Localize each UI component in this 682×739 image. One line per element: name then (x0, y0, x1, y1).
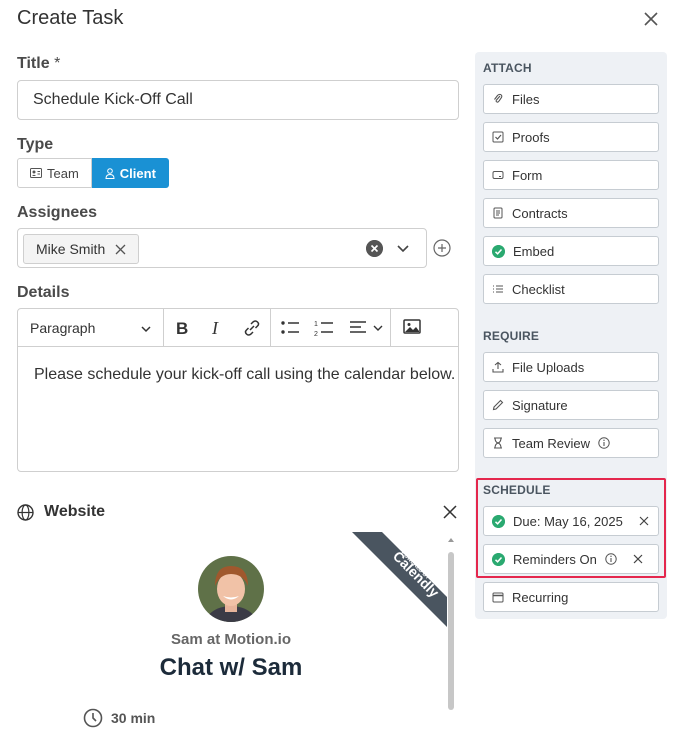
type-team-label: Team (47, 165, 79, 181)
attach-contracts-label: Contracts (512, 205, 568, 221)
bold-icon[interactable]: B (175, 318, 191, 338)
attach-form-label: Form (512, 167, 543, 183)
remove-website-icon[interactable] (442, 504, 458, 520)
dialog-title: Create Task (17, 7, 124, 29)
attach-embed-label: Embed (513, 243, 555, 259)
chevron-down-icon[interactable] (140, 323, 152, 335)
attach-embed-button[interactable]: Embed (483, 236, 659, 266)
require-file-uploads-button[interactable]: File Uploads (483, 352, 659, 382)
attach-contracts-button[interactable]: Contracts (483, 198, 659, 228)
calendar-icon (492, 592, 504, 603)
require-team-review-label: Team Review (512, 435, 591, 451)
remove-assignee-icon[interactable] (115, 244, 126, 255)
details-text[interactable]: Please schedule your kick-off call using… (34, 366, 455, 384)
svg-text:2: 2 (314, 331, 318, 338)
proof-check-icon (492, 131, 504, 143)
title-input[interactable]: Schedule Kick-Off Call (17, 80, 459, 120)
attach-checklist-button[interactable]: Checklist (483, 274, 659, 304)
require-section-title: REQUIRE (483, 329, 540, 343)
italic-icon[interactable]: I (210, 318, 224, 338)
attach-proofs-button[interactable]: Proofs (483, 122, 659, 152)
hourglass-icon (494, 437, 502, 449)
assignee-name: Mike Smith (36, 241, 106, 257)
document-icon (493, 207, 503, 219)
require-team-review-button[interactable]: Team Review (483, 428, 659, 458)
chevron-down-icon[interactable] (373, 323, 383, 333)
clear-icon[interactable] (366, 240, 383, 257)
scroll-up-icon[interactable] (447, 536, 455, 544)
require-signature-button[interactable]: Signature (483, 390, 659, 420)
list-icon (493, 285, 503, 293)
svg-text:B: B (176, 319, 188, 338)
info-icon[interactable] (598, 437, 610, 449)
assignee-chip: Mike Smith (23, 234, 140, 264)
event-duration: 30 min (83, 708, 155, 728)
type-client-label: Client (119, 165, 156, 181)
calendly-embed[interactable]: POWERED BY Calendly Sam at Motion.io Cha… (17, 532, 459, 739)
attach-proofs-label: Proofs (512, 129, 550, 145)
align-icon[interactable] (349, 318, 367, 338)
embed-scrollbar[interactable] (447, 536, 455, 736)
require-file-uploads-label: File Uploads (512, 359, 585, 375)
website-label: Website (44, 503, 106, 520)
numbered-list-icon[interactable]: 12 (314, 318, 334, 338)
schedule-recurring-label: Recurring (512, 589, 569, 605)
bullet-list-icon[interactable] (280, 318, 300, 338)
host-name: Sam at Motion.io (171, 631, 291, 648)
assignees-label: Assignees (17, 204, 98, 221)
image-icon[interactable] (403, 318, 421, 336)
attach-form-button[interactable]: Form (483, 160, 659, 190)
event-title: Chat w/ Sam (159, 654, 303, 681)
link-icon[interactable] (243, 318, 261, 338)
chevron-down-icon[interactable] (396, 241, 410, 255)
check-circle-icon (492, 244, 505, 258)
require-signature-label: Signature (512, 397, 568, 413)
title-label: Title * (17, 55, 61, 72)
calendly-ribbon[interactable]: POWERED BY Calendly (352, 532, 447, 627)
form-icon (492, 171, 504, 179)
clock-icon (83, 708, 103, 728)
attach-files-button[interactable]: Files (483, 84, 659, 114)
pen-icon (492, 399, 504, 411)
schedule-highlight-box (476, 478, 666, 578)
id-card-icon (30, 168, 42, 178)
editor-toolbar: Paragraph B I 12 (18, 309, 458, 347)
website-header: Website (17, 503, 105, 521)
details-label: Details (17, 284, 70, 301)
type-toggle: Team Client (17, 158, 169, 188)
globe-icon (17, 503, 34, 521)
duration-text: 30 min (111, 710, 156, 726)
host-avatar (198, 556, 264, 622)
paragraph-format-select[interactable]: Paragraph (30, 320, 95, 336)
close-icon[interactable] (640, 8, 662, 30)
upload-icon (492, 361, 504, 373)
schedule-recurring-button[interactable]: Recurring (483, 582, 659, 612)
details-editor: Paragraph B I 12 Please schedule your ki… (17, 308, 459, 472)
attach-files-label: Files (512, 91, 540, 107)
attach-section-title: ATTACH (483, 61, 532, 75)
scrollbar-thumb[interactable] (448, 552, 454, 710)
user-icon (105, 167, 115, 179)
type-label: Type (17, 136, 54, 153)
required-asterisk: * (54, 55, 61, 72)
type-client-button[interactable]: Client (91, 158, 169, 188)
add-assignee-icon[interactable] (433, 239, 451, 257)
type-team-button[interactable]: Team (17, 158, 92, 188)
paperclip-icon (494, 93, 503, 103)
svg-text:1: 1 (314, 321, 318, 328)
assignees-select[interactable]: Mike Smith (17, 228, 427, 268)
svg-text:I: I (211, 318, 219, 338)
attach-checklist-label: Checklist (512, 281, 565, 297)
